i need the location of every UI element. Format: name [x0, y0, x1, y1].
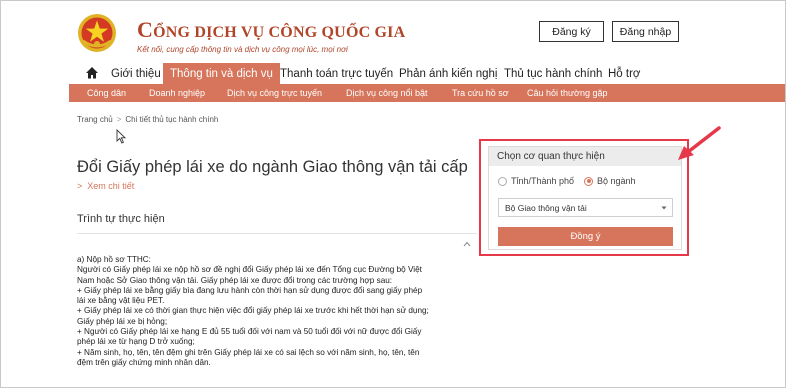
page-frame: CỔNG DỊCH VỤ CÔNG QUỐC GIA Kết nối, cung…	[0, 0, 786, 388]
login-button[interactable]: Đăng nhập	[612, 21, 679, 42]
procedure-line: phép lái xe từ hạng D trở xuống;	[77, 337, 195, 347]
subnav-item-dvc-truc-tuyen[interactable]: Dịch vụ công trực tuyến	[227, 84, 322, 102]
radio-label-province: Tỉnh/Thành phố	[511, 176, 575, 186]
site-header: CỔNG DỊCH VỤ CÔNG QUỐC GIA Kết nối, cung…	[1, 1, 785, 61]
procedure-line: đệm trên giấy chứng minh nhân dân.	[77, 357, 211, 367]
brand-block[interactable]: CỔNG DỊCH VỤ CÔNG QUỐC GIA Kết nối, cung…	[137, 17, 405, 54]
section-divider	[77, 233, 477, 234]
national-emblem-icon[interactable]	[77, 13, 117, 53]
agency-select-panel: Chọn cơ quan thực hiện Tỉnh/Thành phố Bộ…	[488, 146, 682, 250]
procedure-line: + Giấy phép lái xe bằng giấy bìa đang lư…	[77, 285, 423, 295]
subnav-item-cong-dan[interactable]: Công dân	[87, 84, 126, 102]
nav-item-thanh-toan[interactable]: Thanh toán trực tuyến	[280, 63, 393, 84]
register-button[interactable]: Đăng ký	[539, 21, 604, 42]
subnav-item-doanh-nghiep[interactable]: Doanh nghiệp	[149, 84, 205, 102]
detail-link[interactable]: > Xem chi tiết	[77, 181, 134, 191]
annotation-arrow-icon	[678, 126, 721, 160]
breadcrumb-current: Chi tiết thủ tục hành chính	[125, 115, 219, 124]
nav-item-gioi-thieu[interactable]: Giới thiệu	[111, 63, 161, 84]
procedure-line: Giấy phép lái xe bị hỏng;	[77, 316, 168, 326]
procedure-line: + Người có Giấy phép lái xe hạng E đủ 55…	[77, 327, 422, 337]
home-icon[interactable]	[85, 66, 99, 80]
breadcrumb: Trang chủ > Chi tiết thủ tục hành chính	[77, 115, 218, 124]
subnav-item-dvc-noi-bat[interactable]: Dịch vụ công nổi bật	[346, 84, 428, 102]
agree-button[interactable]: Đồng ý	[498, 227, 673, 246]
procedure-line: lái xe bằng vật liệu PET.	[77, 296, 165, 306]
breadcrumb-home[interactable]: Trang chủ	[77, 115, 113, 124]
procedure-line: Người có Giấy phép lái xe nộp hồ sơ đề n…	[77, 265, 422, 275]
brand-subtitle: Kết nối, cung cấp thông tin và dịch vụ c…	[137, 45, 348, 54]
page-title: Đổi Giấy phép lái xe do ngành Giao thông…	[77, 158, 468, 176]
brand-title: CỔNG DỊCH VỤ CÔNG QUỐC GIA	[137, 17, 406, 42]
radio-option-province[interactable]: Tỉnh/Thành phố	[498, 176, 574, 186]
nav-item-thong-tin-dich-vu[interactable]: Thông tin và dịch vụ	[163, 63, 280, 84]
radio-label-ministry: Bộ ngành	[597, 176, 636, 186]
subnav-item-tra-cuu[interactable]: Tra cứu hồ sơ	[452, 84, 509, 102]
nav-item-thu-tuc[interactable]: Thủ tục hành chính	[504, 63, 602, 84]
mouse-cursor-icon	[116, 129, 126, 144]
nav-item-phan-anh[interactable]: Phản ánh kiến nghị	[399, 63, 497, 84]
main-navigation: Giới thiệu Thông tin và dịch vụ Thanh to…	[1, 63, 785, 84]
sub-navigation: Công dân Doanh nghiệp Dịch vụ công trực …	[69, 84, 785, 102]
radio-option-ministry[interactable]: Bộ ngành	[584, 176, 636, 186]
radio-checked-icon[interactable]	[584, 176, 593, 186]
procedure-text: a) Nộp hồ sơ TTHC: Người có Giấy phép lá…	[77, 255, 487, 368]
breadcrumb-separator: >	[116, 115, 122, 124]
subnav-item-cau-hoi[interactable]: Câu hỏi thường gặp	[527, 84, 607, 102]
procedure-line: + Năm sinh, họ, tên, tên đệm ghi trên Gi…	[77, 347, 420, 357]
procedure-line: + Giấy phép lái xe có thời gian thực hiệ…	[77, 306, 429, 316]
agency-dropdown[interactable]: Bộ Giao thông vận tải	[498, 198, 673, 217]
section-title: Trình tự thực hiện	[77, 213, 165, 225]
procedure-line: Nam hoặc Sở Giao thông vận tải. Giấy phé…	[77, 275, 393, 285]
agency-panel-heading: Chọn cơ quan thực hiện	[489, 147, 681, 166]
nav-item-ho-tro[interactable]: Hỗ trợ	[608, 63, 640, 84]
radio-unchecked-icon[interactable]	[498, 176, 507, 186]
procedure-line: a) Nộp hồ sơ TTHC:	[77, 255, 151, 264]
caret-down-icon	[661, 206, 667, 210]
agency-dropdown-value: Bộ Giao thông vận tải	[505, 202, 587, 213]
chevron-up-icon[interactable]	[463, 240, 471, 248]
